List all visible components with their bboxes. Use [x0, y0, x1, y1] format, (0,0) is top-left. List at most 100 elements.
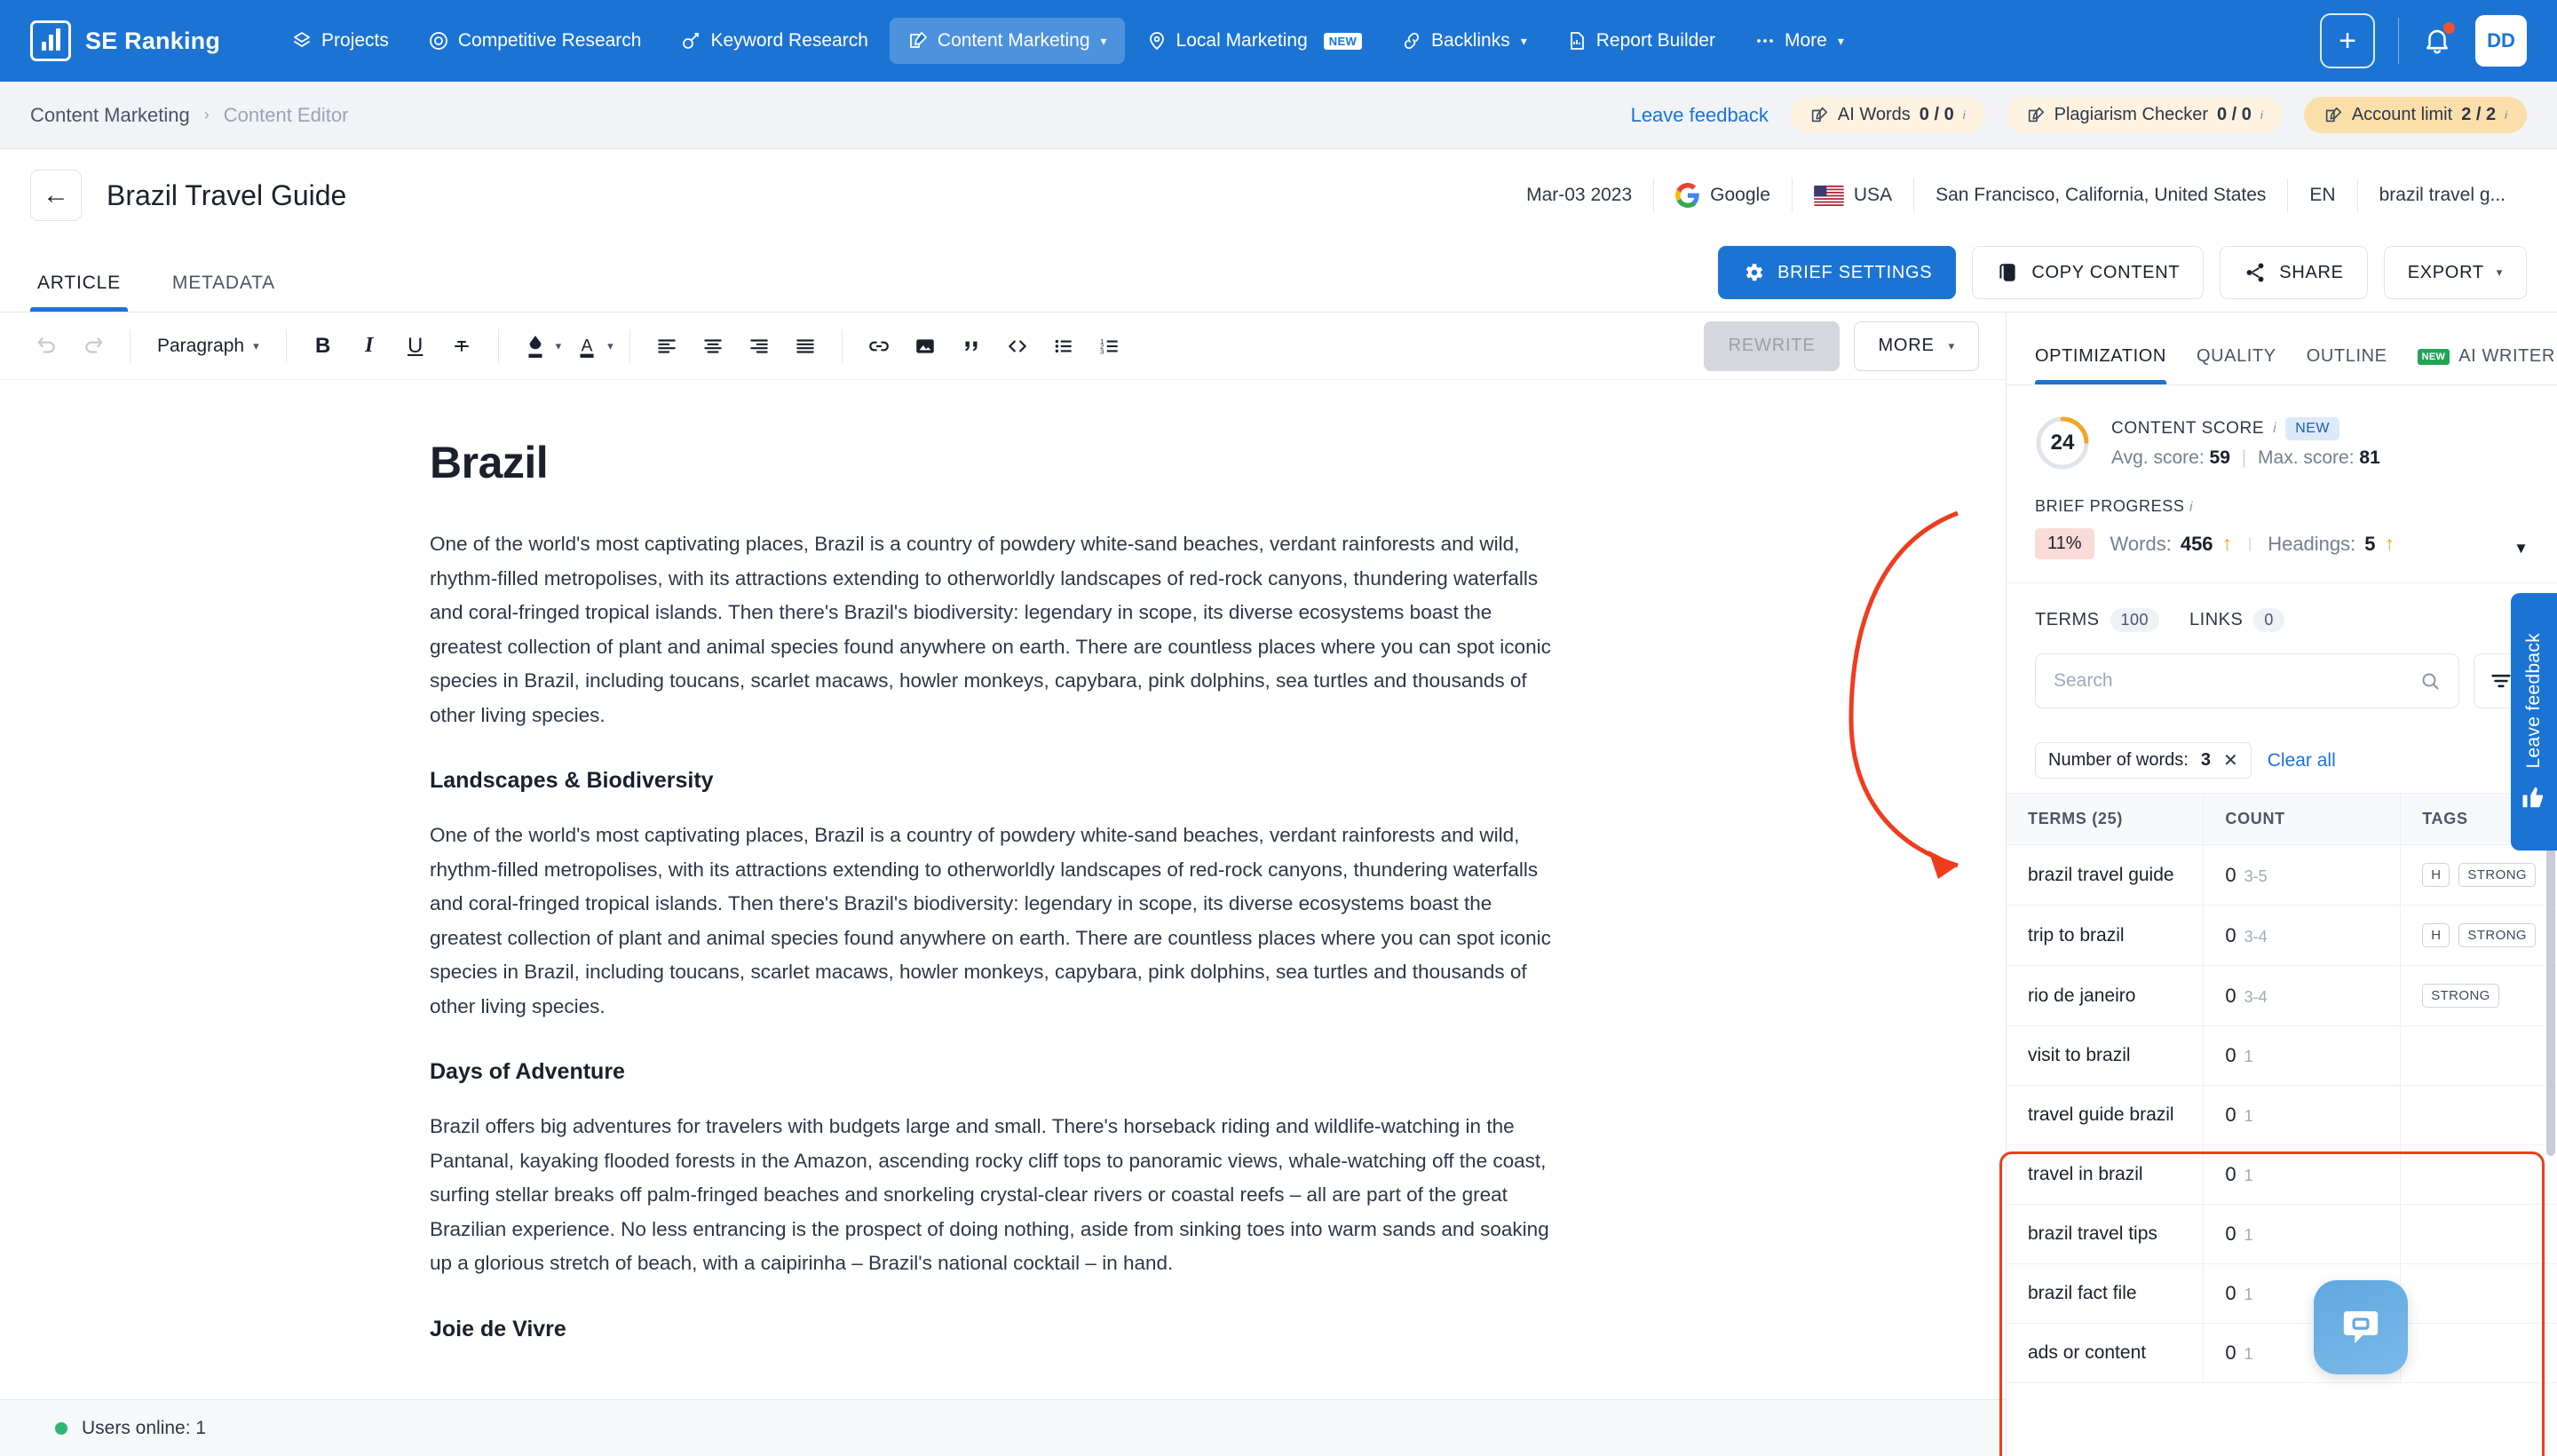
term-count: 0	[2225, 1341, 2236, 1364]
subtab-links[interactable]: LINKS 0	[2189, 608, 2284, 632]
nav-item-keyword-research[interactable]: Keyword Research	[662, 18, 885, 64]
nav-item-projects[interactable]: Projects	[273, 18, 407, 64]
blockquote-button[interactable]	[951, 326, 992, 367]
nav-item-competitive-research[interactable]: Competitive Research	[410, 18, 660, 64]
back-button[interactable]: ←	[30, 170, 82, 221]
leave-feedback-link[interactable]: Leave feedback	[1631, 104, 1769, 127]
share-button[interactable]: SHARE	[2220, 246, 2368, 299]
term-count-cell: 0 3-5	[2203, 844, 2401, 906]
term-name: travel guide brazil	[2007, 1085, 2204, 1145]
align-left-button[interactable]	[646, 326, 687, 367]
add-button[interactable]: +	[2320, 13, 2375, 68]
document-scroll-area[interactable]: Brazil One of the world's most captivati…	[0, 380, 2006, 1399]
table-row[interactable]: brazil travel tips 01	[2007, 1204, 2557, 1264]
nav-item-more[interactable]: More ▾	[1737, 18, 1862, 64]
tab-quality[interactable]: QUALITY	[2197, 346, 2276, 384]
table-row[interactable]: travel in brazil 01	[2007, 1144, 2557, 1205]
strikethrough-button[interactable]	[441, 326, 482, 367]
copy-content-button[interactable]: COPY CONTENT	[1972, 246, 2205, 299]
breadcrumb-parent[interactable]: Content Marketing	[30, 104, 190, 127]
table-row[interactable]: visit to brazil 01	[2007, 1025, 2557, 1086]
italic-button[interactable]: I	[349, 326, 390, 367]
export-button[interactable]: EXPORT ▾	[2383, 246, 2527, 299]
align-center-button[interactable]	[693, 326, 733, 367]
term-count-cell: 0 3-4	[2203, 965, 2401, 1026]
meta-country[interactable]: USA	[1793, 185, 1913, 206]
code-button[interactable]	[997, 326, 1038, 367]
search-box[interactable]	[2035, 653, 2459, 708]
bold-button[interactable]: B	[303, 326, 344, 367]
tab-outline[interactable]: OUTLINE	[2307, 346, 2387, 384]
document-body[interactable]: Brazil One of the world's most captivati…	[0, 380, 2006, 1342]
table-row[interactable]: brazil travel guide 0 3-5 H STRONG	[2007, 844, 2557, 906]
tab-article[interactable]: ARTICLE	[30, 273, 128, 312]
active-filters-row: Number of words: 3 ✕ Clear all	[2007, 728, 2557, 793]
info-icon[interactable]: i	[2189, 500, 2193, 515]
meta-language[interactable]: EN	[2288, 185, 2356, 206]
underline-button[interactable]: U	[395, 326, 436, 367]
block-format-select[interactable]: Paragraph ▾	[146, 326, 270, 367]
align-right-button[interactable]	[739, 326, 780, 367]
ai-words-pill[interactable]: AI Words 0 / 0 i	[1789, 97, 1985, 133]
rewrite-button[interactable]: REWRITE	[1703, 320, 1841, 371]
avatar[interactable]: DD	[2475, 15, 2527, 67]
page-title[interactable]: Brazil Travel Guide	[107, 179, 346, 212]
table-row[interactable]: travel guide brazil 01	[2007, 1085, 2557, 1145]
font-color-button[interactable]: A	[566, 326, 607, 367]
clear-all-link[interactable]: Clear all	[2268, 750, 2336, 772]
search-input[interactable]	[2054, 670, 2419, 692]
subtab-terms[interactable]: TERMS 100	[2035, 608, 2160, 632]
brand-logo[interactable]: SE Ranking	[30, 20, 220, 61]
info-icon[interactable]: i	[1963, 108, 1966, 122]
leave-feedback-tab[interactable]: Leave feedback	[2511, 593, 2557, 851]
numbered-list-button[interactable]: 123	[1089, 326, 1130, 367]
nav-item-report-builder[interactable]: Report Builder	[1548, 18, 1733, 64]
nav-item-content-marketing[interactable]: Content Marketing ▾	[889, 18, 1125, 64]
chevron-down-icon: ▾	[1837, 33, 1844, 48]
table-row[interactable]: rio de janeiro 0 3-4 STRONG	[2007, 965, 2557, 1026]
chat-widget-button[interactable]	[2314, 1280, 2408, 1374]
insert-image-button[interactable]	[905, 326, 946, 367]
highlight-color-group[interactable]: ▾	[515, 326, 561, 367]
bulleted-list-button[interactable]	[1043, 326, 1084, 367]
svg-text:A: A	[582, 336, 593, 355]
term-tags-cell	[2400, 1263, 2557, 1324]
font-color-group[interactable]: A ▾	[566, 326, 614, 367]
account-limit-pill[interactable]: Account limit 2 / 2 i	[2303, 97, 2527, 133]
filter-icon	[2491, 674, 2511, 688]
more-button[interactable]: MORE ▾	[1854, 320, 1979, 371]
brief-settings-button[interactable]: BRIEF SETTINGS	[1718, 246, 1957, 299]
table-row[interactable]: brazil fact file 01	[2007, 1263, 2557, 1324]
table-row[interactable]: trip to brazil 0 3-4 H STRONG	[2007, 905, 2557, 966]
tab-ai-writer[interactable]: NEW AI WRITER	[2417, 346, 2555, 384]
breadcrumb-right-group: Leave feedback AI Words 0 / 0 i Plagiari…	[1631, 97, 2527, 133]
info-icon[interactable]: i	[2260, 108, 2263, 122]
notifications-button[interactable]	[2422, 22, 2455, 58]
collapse-toggle-icon[interactable]: ▼	[2513, 540, 2529, 558]
info-icon[interactable]: i	[2273, 421, 2276, 437]
nav-item-backlinks[interactable]: Backlinks ▾	[1383, 18, 1545, 64]
highlight-color-button[interactable]	[515, 326, 556, 367]
column-header-terms[interactable]: TERMS (25)	[2007, 793, 2204, 845]
meta-keyword[interactable]: brazil travel g...	[2358, 185, 2527, 206]
align-justify-button[interactable]	[785, 326, 826, 367]
meta-engine[interactable]: Google	[1654, 183, 1792, 208]
plagiarism-checker-pill[interactable]: Plagiarism Checker 0 / 0 i	[2006, 97, 2283, 133]
meta-location[interactable]: San Francisco, California, United States	[1914, 185, 2287, 206]
nav-item-local-marketing[interactable]: Local Marketing NEW	[1128, 18, 1380, 64]
insert-link-button[interactable]	[859, 326, 899, 367]
table-row[interactable]: ads or content 01	[2007, 1323, 2557, 1383]
terms-table-header-row: TERMS (25) COUNT TAGS	[2007, 793, 2557, 845]
quote-icon	[965, 341, 978, 351]
close-icon[interactable]: ✕	[2223, 749, 2238, 772]
undo-button[interactable]	[27, 326, 67, 367]
tab-optimization[interactable]: OPTIMIZATION	[2035, 346, 2166, 384]
numbered-list-icon: 123	[1100, 336, 1118, 355]
column-header-count[interactable]: COUNT	[2203, 793, 2401, 845]
terms-table-head: TERMS (25) COUNT TAGS	[2007, 793, 2557, 845]
redo-button[interactable]	[73, 326, 114, 367]
button-label: EXPORT	[2407, 262, 2484, 282]
tab-metadata[interactable]: METADATA	[165, 273, 282, 312]
filter-chip-number-of-words[interactable]: Number of words: 3 ✕	[2035, 742, 2252, 779]
info-icon[interactable]: i	[2505, 108, 2507, 122]
